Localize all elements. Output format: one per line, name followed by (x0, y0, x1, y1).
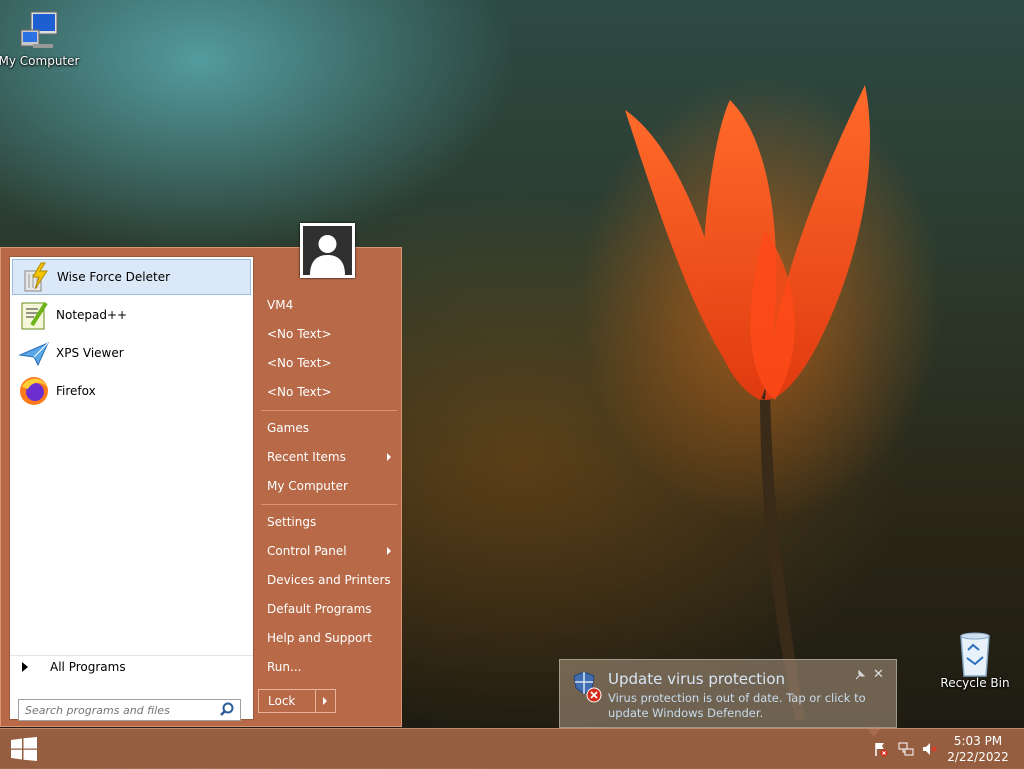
menu-item-no-text-3[interactable]: <No Text> (259, 379, 397, 405)
program-xps-viewer[interactable]: XPS Viewer (12, 335, 251, 371)
chevron-right-icon (387, 453, 391, 461)
notification-title: Update virus protection (608, 670, 786, 688)
menu-item-no-text-1[interactable]: <No Text> (259, 321, 397, 347)
recent-items-label: Recent Items (267, 450, 346, 464)
chevron-right-icon (323, 697, 327, 705)
notification-balloon[interactable]: Update virus protection Virus protection… (559, 659, 897, 728)
taskbar-clock[interactable]: 5:03 PM 2/22/2022 (938, 733, 1018, 765)
my-computer-label: My Computer (0, 54, 80, 68)
start-menu: Wise Force Deleter Notepad++ XPS Viewer (0, 247, 402, 727)
notepad-plus-plus-icon (18, 299, 50, 331)
user-avatar[interactable] (300, 223, 355, 278)
lock-split-button: Lock (258, 689, 336, 713)
search-icon[interactable] (218, 701, 236, 719)
arrow-right-icon (22, 662, 28, 672)
recycle-bin-icon (953, 630, 997, 677)
all-programs-button[interactable]: All Programs (10, 655, 253, 678)
clock-date: 2/22/2022 (947, 750, 1009, 764)
search-input[interactable] (19, 703, 218, 717)
start-menu-programs-pane: Wise Force Deleter Notepad++ XPS Viewer (9, 256, 254, 721)
menu-separator (261, 410, 397, 411)
lock-button[interactable]: Lock (259, 690, 316, 712)
windows-logo-icon (11, 737, 37, 761)
all-programs-label: All Programs (50, 660, 126, 674)
menu-item-my-computer[interactable]: My Computer (259, 473, 397, 499)
program-firefox[interactable]: Firefox (12, 373, 251, 409)
chevron-right-icon (387, 547, 391, 555)
menu-item-recent-items[interactable]: Recent Items (259, 444, 397, 470)
menu-item-no-text-2[interactable]: <No Text> (259, 350, 397, 376)
menu-separator (261, 504, 397, 505)
wise-force-deleter-icon (19, 261, 51, 293)
program-notepad-plus-plus[interactable]: Notepad++ (12, 297, 251, 333)
menu-item-run[interactable]: Run... (259, 654, 397, 680)
menu-item-help-support[interactable]: Help and Support (259, 625, 397, 651)
network-icon[interactable] (898, 741, 914, 757)
firefox-icon (18, 375, 50, 407)
control-panel-label: Control Panel (267, 544, 347, 558)
pin-icon[interactable] (854, 669, 866, 681)
action-center-flag-icon[interactable] (873, 741, 889, 757)
recycle-bin-desktop-icon[interactable]: Recycle Bin (930, 630, 1020, 690)
close-icon[interactable]: ✕ (873, 667, 884, 682)
start-button[interactable] (10, 737, 38, 761)
program-wise-force-deleter[interactable]: Wise Force Deleter (12, 259, 251, 295)
program-label: XPS Viewer (56, 346, 124, 360)
security-alert-icon (570, 670, 604, 704)
start-menu-places-pane: VM4 <No Text> <No Text> <No Text> Games … (259, 248, 401, 728)
my-computer-desktop-icon[interactable]: My Computer (0, 8, 84, 68)
xps-viewer-icon (18, 337, 50, 369)
menu-item-user-folder[interactable]: VM4 (259, 292, 397, 318)
menu-item-games[interactable]: Games (259, 415, 397, 441)
program-label: Wise Force Deleter (57, 270, 171, 284)
shutdown-options-button[interactable] (316, 690, 335, 712)
clock-time: 5:03 PM (953, 734, 1003, 748)
volume-muted-icon[interactable] (922, 741, 938, 757)
program-label: Firefox (56, 384, 96, 398)
menu-item-control-panel[interactable]: Control Panel (259, 538, 397, 564)
notification-message: Virus protection is out of date. Tap or … (608, 691, 866, 720)
taskbar: 5:03 PM 2/22/2022 (0, 728, 1024, 769)
search-box[interactable] (18, 699, 241, 721)
recycle-bin-label: Recycle Bin (940, 676, 1010, 690)
menu-item-settings[interactable]: Settings (259, 509, 397, 535)
computer-icon (17, 8, 61, 52)
menu-item-default-programs[interactable]: Default Programs (259, 596, 397, 622)
program-label: Notepad++ (56, 308, 128, 322)
wallpaper-flower (625, 85, 870, 720)
menu-item-devices-printers[interactable]: Devices and Printers (259, 567, 397, 593)
user-icon (303, 226, 352, 275)
